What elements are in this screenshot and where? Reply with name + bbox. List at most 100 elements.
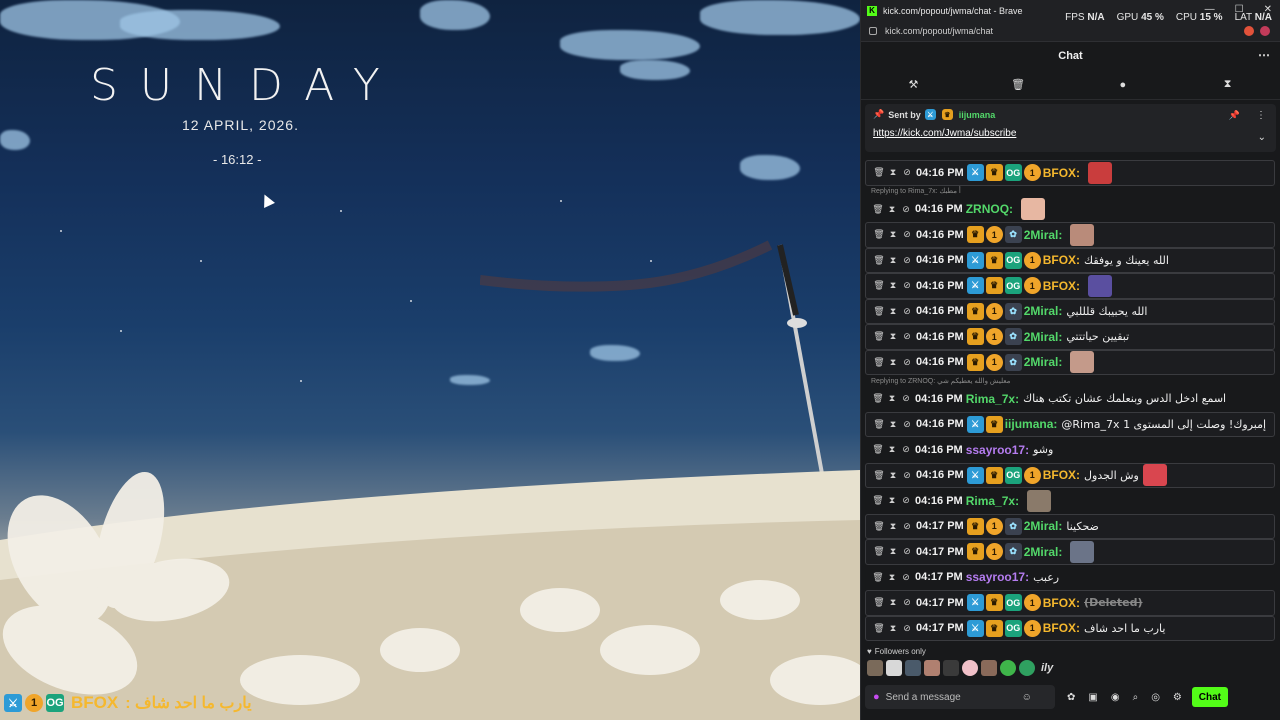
delete-message-icon[interactable]: 🗑 [872,280,886,291]
chat-message[interactable]: 🗑 ⧗ ⊘ 04:16 PM ♛ 1 ✿ 2Miral: [865,222,1275,248]
ban-icon[interactable]: ⊘ [899,444,913,455]
microphone-icon[interactable]: ● [873,691,880,703]
message-username[interactable]: BFOX [1043,621,1076,635]
message-username[interactable]: ssayroo17 [966,443,1025,457]
trash-icon[interactable]: 🗑 [1003,78,1033,91]
timeout-icon[interactable]: ⧗ [885,444,899,455]
ban-icon[interactable]: ⊘ [900,546,914,557]
timeout-icon[interactable]: ⧗ [886,470,900,481]
ban-icon[interactable]: ⊘ [899,495,913,506]
ban-icon[interactable]: ⊘ [900,255,914,266]
emote-button[interactable] [867,660,883,676]
timeout-icon[interactable]: ⧗ [886,255,900,266]
timeout-icon[interactable]: ⧗ [885,572,899,583]
ban-icon[interactable]: ⊘ [900,167,914,178]
message-username[interactable]: BFOX [1043,596,1076,610]
chat-message[interactable]: 🗑 ⧗ ⊘ 04:16 PM ⚔ ♛ OG 1 BFOX: [865,273,1275,299]
chat-message[interactable]: 🗑 ⧗ ⊘ 04:16 PM Rima_7x: اسمع ادخل الدس وبنعلم… [865,386,1275,412]
send-chat-button[interactable]: Chat [1191,687,1228,707]
timeout-icon[interactable]: ⧗ [885,204,899,215]
emote-button[interactable] [943,660,959,676]
chat-message[interactable]: 🗑 ⧗ ⊘ 04:17 PM ♛ 1 ✿ 2Miral: ضحكينا [865,513,1275,539]
timeout-icon[interactable]: ⧗ [885,393,899,404]
pinned-more-icon[interactable]: ⋮ [1256,110,1266,121]
url-text[interactable]: kick.com/popout/jwma/chat [885,26,993,36]
message-username[interactable]: Rima_7x [966,392,1015,406]
timeout-icon[interactable]: ⧗ [886,167,900,178]
ban-icon[interactable]: ⊘ [900,357,914,368]
emote-button[interactable] [962,660,978,676]
ban-icon[interactable]: ⊘ [900,521,914,532]
chat-message[interactable]: 🗑 ⧗ ⊘ 04:16 PM ZRNOQ: [865,197,1275,223]
site-info-icon[interactable] [869,27,877,35]
gift-icon[interactable]: ▣ [1088,692,1097,703]
timeout-icon[interactable]: ⧗ [886,521,900,532]
chat-bubble-icon[interactable]: ● [1108,79,1138,91]
message-username[interactable]: 2Miral [1024,519,1059,533]
chat-message[interactable]: 🗑 ⧗ ⊘ 04:16 PM ⚔ ♛ OG 1 BFOX: وش الجدول [865,462,1275,488]
delete-message-icon[interactable]: 🗑 [871,495,885,506]
timeout-icon[interactable]: ⧗ [886,623,900,634]
pinned-link[interactable]: https://kick.com/Jwma/subscribe [873,128,1268,139]
message-username[interactable]: Rima_7x [966,494,1015,508]
unpin-icon[interactable]: 📌 [1229,110,1240,121]
timeout-icon[interactable]: ⧗ [886,597,900,608]
chat-message[interactable]: 🗑 ⧗ ⊘ 04:16 PM ♛ 1 ✿ 2Miral: تبقيين حياتتتي [865,324,1275,350]
chat-message[interactable]: 🗑 ⧗ ⊘ 04:16 PM ssayroo17: وشو [865,437,1275,463]
message-username[interactable]: 2Miral [1024,545,1059,559]
delete-message-icon[interactable]: 🗑 [872,255,886,266]
timeout-icon[interactable]: ⧗ [886,306,900,317]
delete-message-icon[interactable]: 🗑 [872,331,886,342]
pinned-sender-name[interactable]: iijumana [959,110,996,120]
chat-message[interactable]: 🗑 ⧗ ⊘ 04:16 PM ♛ 1 ✿ 2Miral: [865,349,1275,375]
ban-icon[interactable]: ⊘ [900,306,914,317]
chat-menu-icon[interactable]: ⋯ [1258,48,1270,62]
delete-message-icon[interactable]: 🗑 [871,204,885,215]
message-username[interactable]: ssayroo17 [966,570,1025,584]
message-username[interactable]: BFOX [1043,253,1076,267]
chat-message[interactable]: 🗑 ⧗ ⊘ 04:17 PM ⚔ ♛ OG 1 BFOX: (Deleted) [865,590,1275,616]
delete-message-icon[interactable]: 🗑 [872,597,886,608]
delete-message-icon[interactable]: 🗑 [872,521,886,532]
chat-message[interactable]: 🗑 ⧗ ⊘ 04:17 PM ⚔ ♛ OG 1 BFOX: يارب ما احد شاف [865,615,1275,641]
emote-button[interactable] [924,660,940,676]
delete-message-icon[interactable]: 🗑 [872,357,886,368]
timeout-icon[interactable]: ⧗ [886,419,900,430]
delete-message-icon[interactable]: 🗑 [872,167,886,178]
delete-message-icon[interactable]: 🗑 [872,546,886,557]
address-bar[interactable]: kick.com/popout/jwma/chat [861,21,1280,42]
chat-message[interactable]: 🗑 ⧗ ⊘ 04:16 PM Rima_7x: [865,488,1275,514]
message-username[interactable]: 2Miral [1024,228,1059,242]
emote-button[interactable] [1000,660,1016,676]
ban-icon[interactable]: ⊘ [900,331,914,342]
chat-message[interactable]: 🗑 ⧗ ⊘ 04:16 PM ⚔ ♛ OG 1 BFOX: [865,160,1275,186]
delete-message-icon[interactable]: 🗑 [872,419,886,430]
hourglass-icon[interactable]: ⧗ [1213,78,1243,91]
send-message-input[interactable] [885,691,1016,703]
ban-icon[interactable]: ⊘ [899,572,913,583]
ban-icon[interactable]: ⊘ [900,419,914,430]
delete-message-icon[interactable]: 🗑 [871,393,885,404]
emote-button[interactable] [905,660,921,676]
search-icon[interactable]: ⌕ [1133,692,1139,703]
message-username[interactable]: 2Miral [1024,330,1059,344]
emote-button[interactable] [1019,660,1035,676]
chat-settings-bubble-icon[interactable]: ◉ [1111,692,1120,703]
ban-hammer-icon[interactable]: ⚒ [898,78,928,91]
chat-message[interactable]: 🗑 ⧗ ⊘ 04:17 PM ♛ 1 ✿ 2Miral: [865,539,1275,565]
delete-message-icon[interactable]: 🗑 [872,229,886,240]
ban-icon[interactable]: ⊘ [900,597,914,608]
chat-message[interactable]: 🗑 ⧗ ⊘ 04:16 PM ⚔ ♛ OG 1 BFOX: الله يعينك و يوفقك [865,247,1275,273]
brave-shields-icon[interactable] [1244,26,1254,36]
chat-message[interactable]: 🗑 ⧗ ⊘ 04:17 PM ssayroo17: رعبب [865,565,1275,591]
delete-message-icon[interactable]: 🗑 [872,623,886,634]
delete-message-icon[interactable]: 🗑 [871,444,885,455]
timeout-icon[interactable]: ⧗ [885,495,899,506]
emote-button[interactable] [981,660,997,676]
chevron-down-icon[interactable]: ⌄ [1258,132,1266,143]
ban-icon[interactable]: ⊘ [900,229,914,240]
delete-message-icon[interactable]: 🗑 [872,306,886,317]
ban-icon[interactable]: ⊘ [900,280,914,291]
message-username[interactable]: BFOX [1043,166,1076,180]
message-username[interactable]: 2Miral [1024,304,1059,318]
